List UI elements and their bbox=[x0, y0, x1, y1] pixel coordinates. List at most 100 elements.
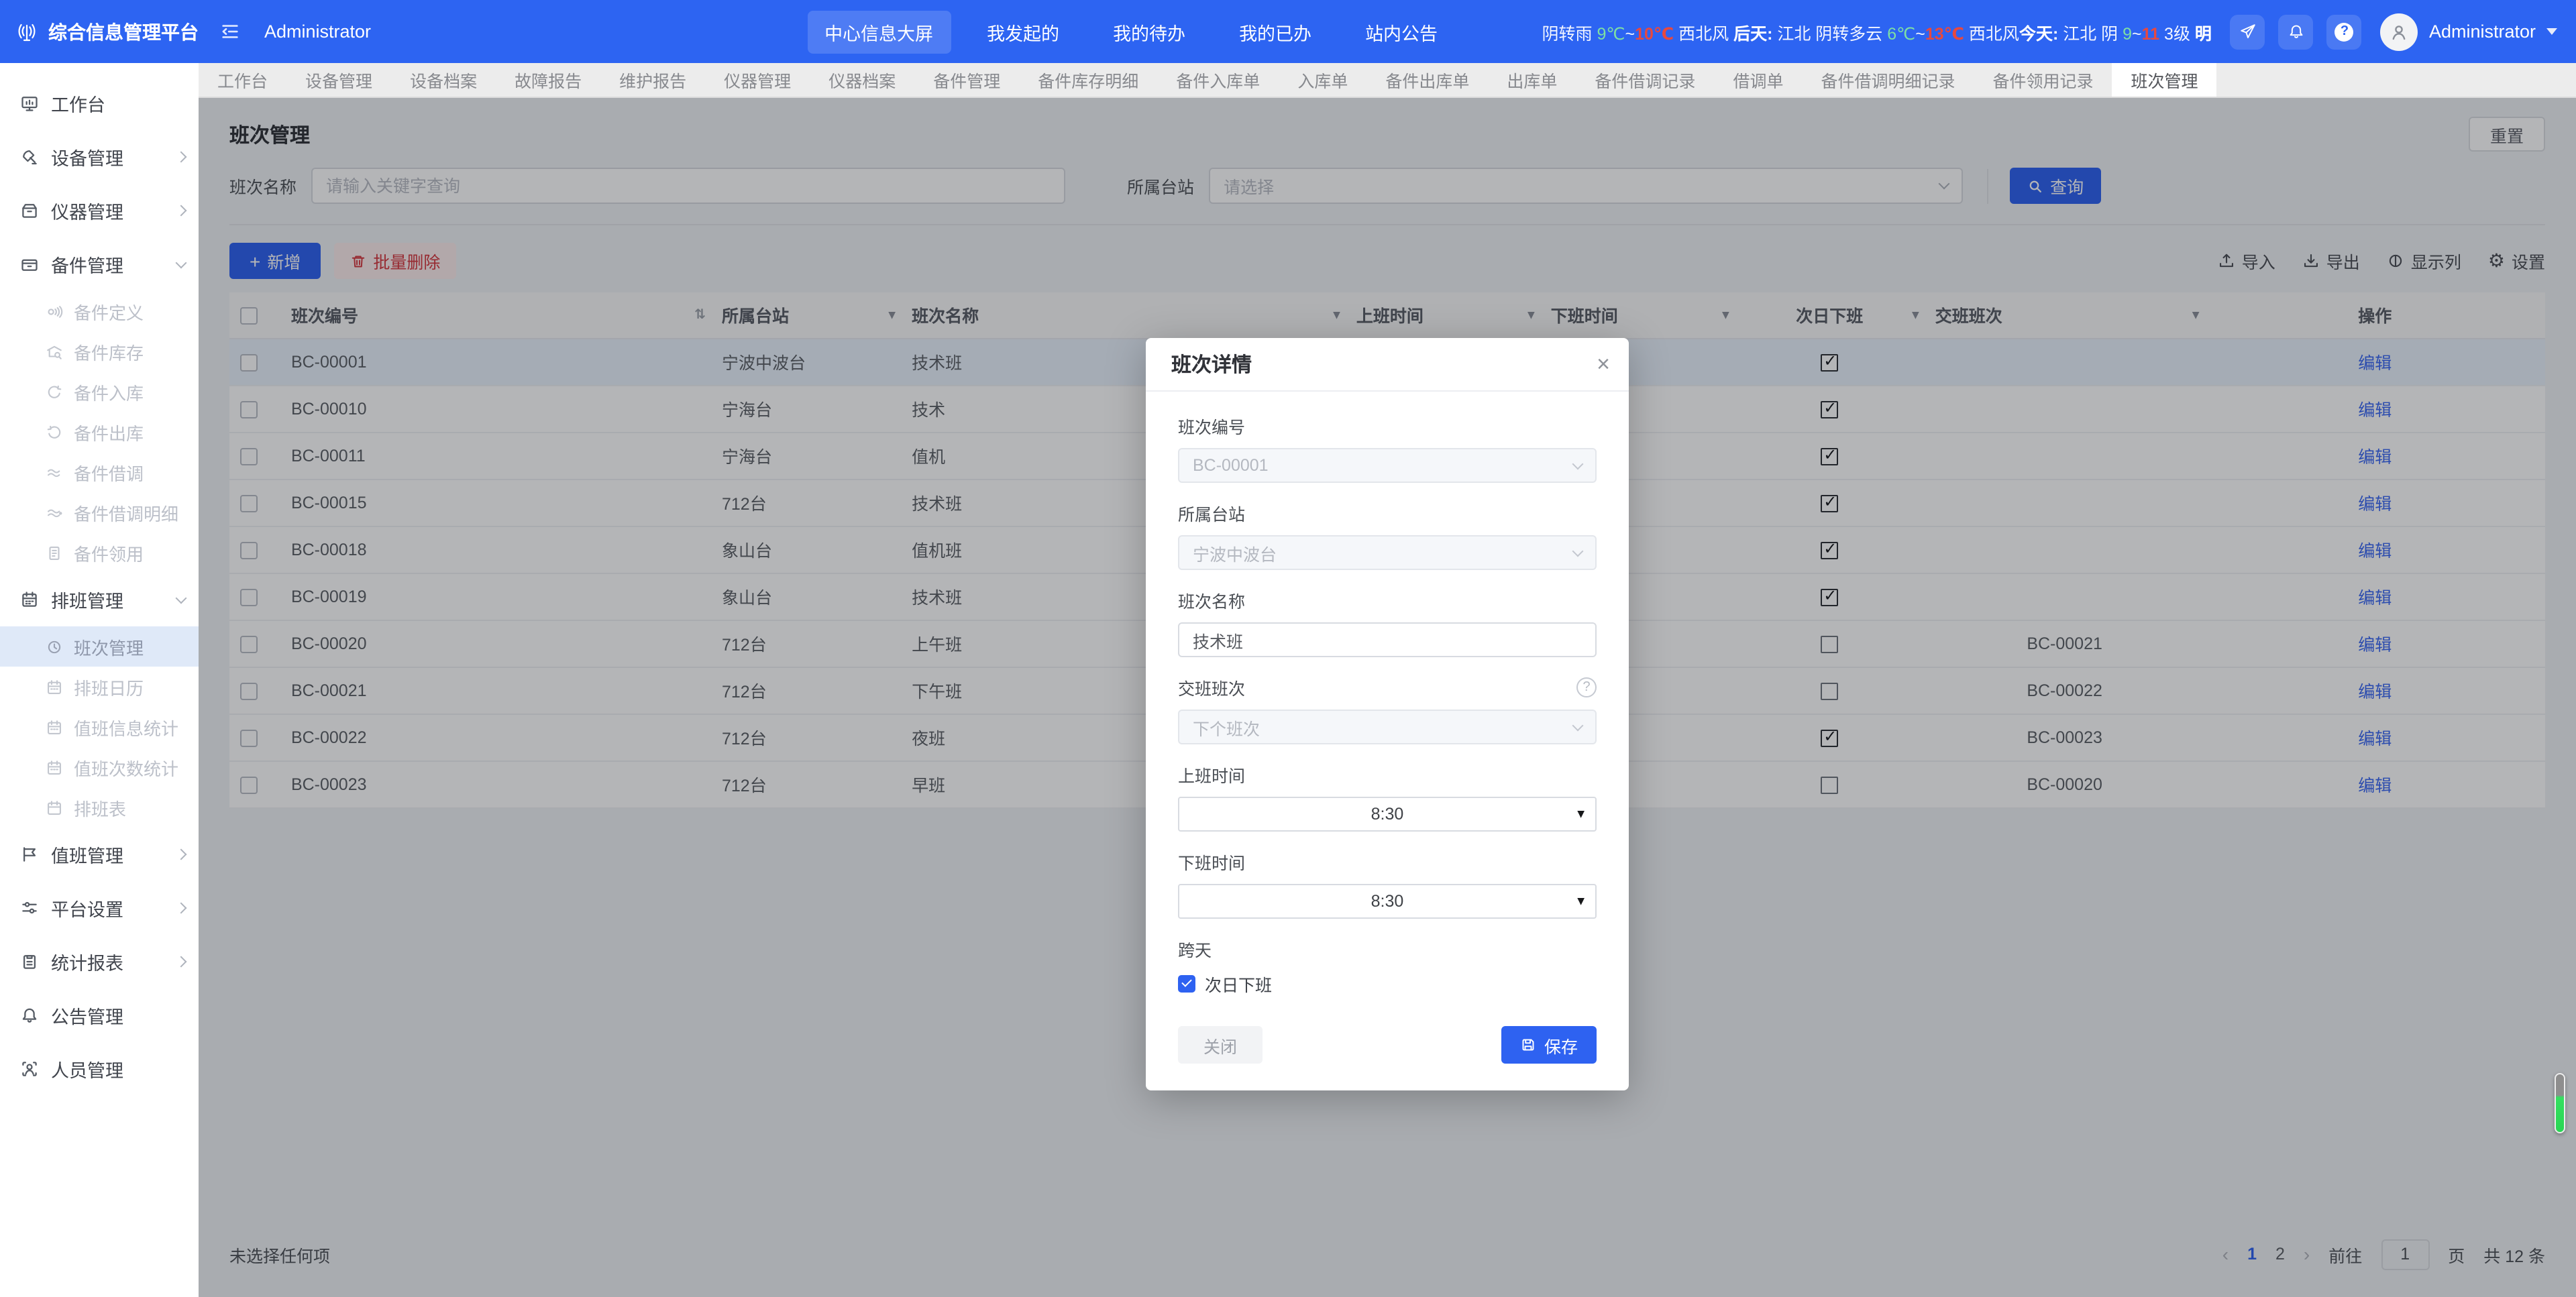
sidebar-item-personnel-mgmt[interactable]: 人员管理 bbox=[0, 1042, 199, 1096]
sidebar-item-spare-definition[interactable]: 备件定义 bbox=[0, 291, 199, 331]
shift-code-select[interactable]: BC-00001 bbox=[1178, 448, 1597, 483]
satellite-dish-icon bbox=[20, 148, 39, 166]
tab-spare-inbound-order[interactable]: 备件入库单 bbox=[1157, 63, 1279, 97]
tab-device-mgmt[interactable]: 设备管理 bbox=[286, 63, 391, 97]
sidebar-item-spare-stock[interactable]: 备件库存 bbox=[0, 331, 199, 372]
shift-code-label: 班次编号 bbox=[1178, 413, 1245, 439]
calendar-icon bbox=[46, 758, 63, 776]
sidebar-item-announcement-mgmt[interactable]: 公告管理 bbox=[0, 989, 199, 1042]
tab-inbound-order[interactable]: 入库单 bbox=[1279, 63, 1366, 97]
save-icon bbox=[1520, 1037, 1536, 1053]
sidebar-item-spare-outbound[interactable]: 备件出库 bbox=[0, 412, 199, 452]
tab-instrument-archive[interactable]: 仪器档案 bbox=[810, 63, 914, 97]
station-select[interactable]: 宁波中波台 bbox=[1178, 535, 1597, 570]
sidebar-item-scheduling-mgmt[interactable]: 排班管理 bbox=[0, 573, 199, 626]
sliders-icon bbox=[20, 899, 39, 917]
clock-icon bbox=[46, 638, 63, 655]
sidebar-item-shift-mgmt[interactable]: 班次管理 bbox=[0, 626, 199, 667]
tab-instrument-mgmt[interactable]: 仪器管理 bbox=[705, 63, 810, 97]
sidebar-item-schedule-calendar[interactable]: 排班日历 bbox=[0, 667, 199, 707]
topbar: 综合信息管理平台 Administrator 中心信息大屏 我发起的 我的待办 … bbox=[0, 0, 2576, 63]
parcel-icon bbox=[20, 255, 39, 274]
hand-share-icon bbox=[46, 463, 63, 481]
tab-loan-detail-record[interactable]: 备件借调明细记录 bbox=[1802, 63, 1974, 97]
sidebar-item-workbench[interactable]: 工作台 bbox=[0, 76, 199, 130]
sidebar-item-statistics-reports[interactable]: 统计报表 bbox=[0, 935, 199, 989]
sidebar-item-duty-info-stats[interactable]: 值班信息统计 bbox=[0, 707, 199, 747]
user-menu[interactable]: Administrator bbox=[2381, 13, 2576, 50]
instrument-box-icon bbox=[20, 201, 39, 220]
sidebar-item-spare-loan[interactable]: 备件借调 bbox=[0, 452, 199, 492]
person-frame-icon bbox=[20, 1060, 39, 1078]
sidebar-item-spare-inbound[interactable]: 备件入库 bbox=[0, 372, 199, 412]
sidebar-item-platform-settings[interactable]: 平台设置 bbox=[0, 881, 199, 935]
close-icon[interactable]: × bbox=[1597, 353, 1610, 376]
help-button[interactable]: ? bbox=[2327, 14, 2362, 49]
bell-icon bbox=[20, 1006, 39, 1025]
tab-spare-stock-detail[interactable]: 备件库存明细 bbox=[1019, 63, 1157, 97]
nav-item-initiated[interactable]: 我发起的 bbox=[969, 10, 1077, 53]
tab-receive-record[interactable]: 备件领用记录 bbox=[1974, 63, 2112, 97]
breadcrumb: Administrator bbox=[264, 21, 371, 42]
dropdown-triangle-icon: ▼ bbox=[1577, 809, 1585, 820]
tab-shift-mgmt[interactable]: 班次管理 bbox=[2112, 63, 2217, 97]
close-button[interactable]: 关闭 bbox=[1178, 1026, 1263, 1064]
sidebar-item-duty-count-stats[interactable]: 值班次数统计 bbox=[0, 747, 199, 787]
username: Administrator bbox=[2429, 21, 2536, 42]
nav-item-dashboard[interactable]: 中心信息大屏 bbox=[807, 10, 951, 53]
tab-bar: 工作台 设备管理 设备档案 故障报告 维护报告 仪器管理 仪器档案 备件管理 备… bbox=[199, 63, 2576, 98]
question-icon: ? bbox=[2335, 22, 2354, 41]
calendar-icon bbox=[20, 590, 39, 609]
flag-icon bbox=[20, 845, 39, 864]
nav-item-done[interactable]: 我的已办 bbox=[1222, 10, 1329, 53]
weather-temp-high: 13℃ bbox=[1925, 24, 1964, 43]
sidebar-item-spare-loan-detail[interactable]: 备件借调明细 bbox=[0, 492, 199, 532]
shift-detail-modal: 班次详情 × 班次编号 BC-00001 所属台站 bbox=[1146, 338, 1629, 1090]
chevron-right-icon bbox=[176, 956, 187, 968]
tab-loan-order[interactable]: 借调单 bbox=[1714, 63, 1802, 97]
handover-select[interactable]: 下个班次 bbox=[1178, 710, 1597, 744]
sidebar-collapse-icon[interactable] bbox=[220, 21, 240, 42]
start-time-select[interactable]: 8:30 ▼ bbox=[1178, 797, 1597, 832]
tab-device-archive[interactable]: 设备档案 bbox=[391, 63, 496, 97]
monitor-icon bbox=[20, 94, 39, 113]
notifications-button[interactable] bbox=[2279, 14, 2314, 49]
sidebar-item-spare-receive[interactable]: 备件领用 bbox=[0, 532, 199, 573]
nav-item-announcements[interactable]: 站内公告 bbox=[1348, 10, 1455, 53]
tab-fault-report[interactable]: 故障报告 bbox=[496, 63, 600, 97]
save-button[interactable]: 保存 bbox=[1501, 1026, 1597, 1064]
tab-maintenance-report[interactable]: 维护报告 bbox=[600, 63, 705, 97]
rotate-out-icon bbox=[46, 423, 63, 441]
next-day-off-checkbox[interactable] bbox=[1178, 975, 1195, 993]
sidebar-item-schedule-table[interactable]: 排班表 bbox=[0, 787, 199, 828]
sidebar-item-instrument-mgmt[interactable]: 仪器管理 bbox=[0, 184, 199, 237]
sidebar-item-spare-parts-mgmt[interactable]: 备件管理 bbox=[0, 237, 199, 291]
end-time-select[interactable]: 8:30 ▼ bbox=[1178, 884, 1597, 919]
start-time-label: 上班时间 bbox=[1178, 762, 1245, 787]
calendar-icon bbox=[46, 799, 63, 816]
calendar-icon bbox=[46, 678, 63, 695]
content-area: 工作台 设备管理 设备档案 故障报告 维护报告 仪器管理 仪器档案 备件管理 备… bbox=[199, 63, 2576, 1297]
coil-icon bbox=[46, 302, 63, 320]
sidebar-item-device-mgmt[interactable]: 设备管理 bbox=[0, 130, 199, 184]
shift-name-input[interactable] bbox=[1178, 622, 1597, 657]
tab-spare-outbound-order[interactable]: 备件出库单 bbox=[1366, 63, 1488, 97]
weather-temp-high: 10℃ bbox=[1635, 24, 1674, 43]
send-button[interactable] bbox=[2231, 14, 2265, 49]
tab-workbench[interactable]: 工作台 bbox=[199, 63, 286, 97]
sidebar-item-duty-mgmt[interactable]: 值班管理 bbox=[0, 828, 199, 881]
nav-item-todo[interactable]: 我的待办 bbox=[1095, 10, 1203, 53]
chevron-down-icon bbox=[176, 257, 187, 268]
topbar-icon-group: ? bbox=[2231, 14, 2362, 49]
chevron-down-icon bbox=[2546, 28, 2557, 35]
side-indicator bbox=[2555, 1073, 2565, 1133]
tab-loan-record[interactable]: 备件借调记录 bbox=[1576, 63, 1714, 97]
chevron-down-icon bbox=[1572, 720, 1584, 731]
help-icon[interactable]: ? bbox=[1576, 677, 1597, 697]
weather-day-label: 今天: bbox=[2019, 24, 2063, 43]
tab-outbound-order[interactable]: 出库单 bbox=[1488, 63, 1576, 97]
app: 综合信息管理平台 Administrator 中心信息大屏 我发起的 我的待办 … bbox=[0, 0, 2576, 1297]
chevron-right-icon bbox=[176, 152, 187, 163]
tab-spare-mgmt[interactable]: 备件管理 bbox=[914, 63, 1019, 97]
logo: 综合信息管理平台 bbox=[0, 15, 199, 48]
